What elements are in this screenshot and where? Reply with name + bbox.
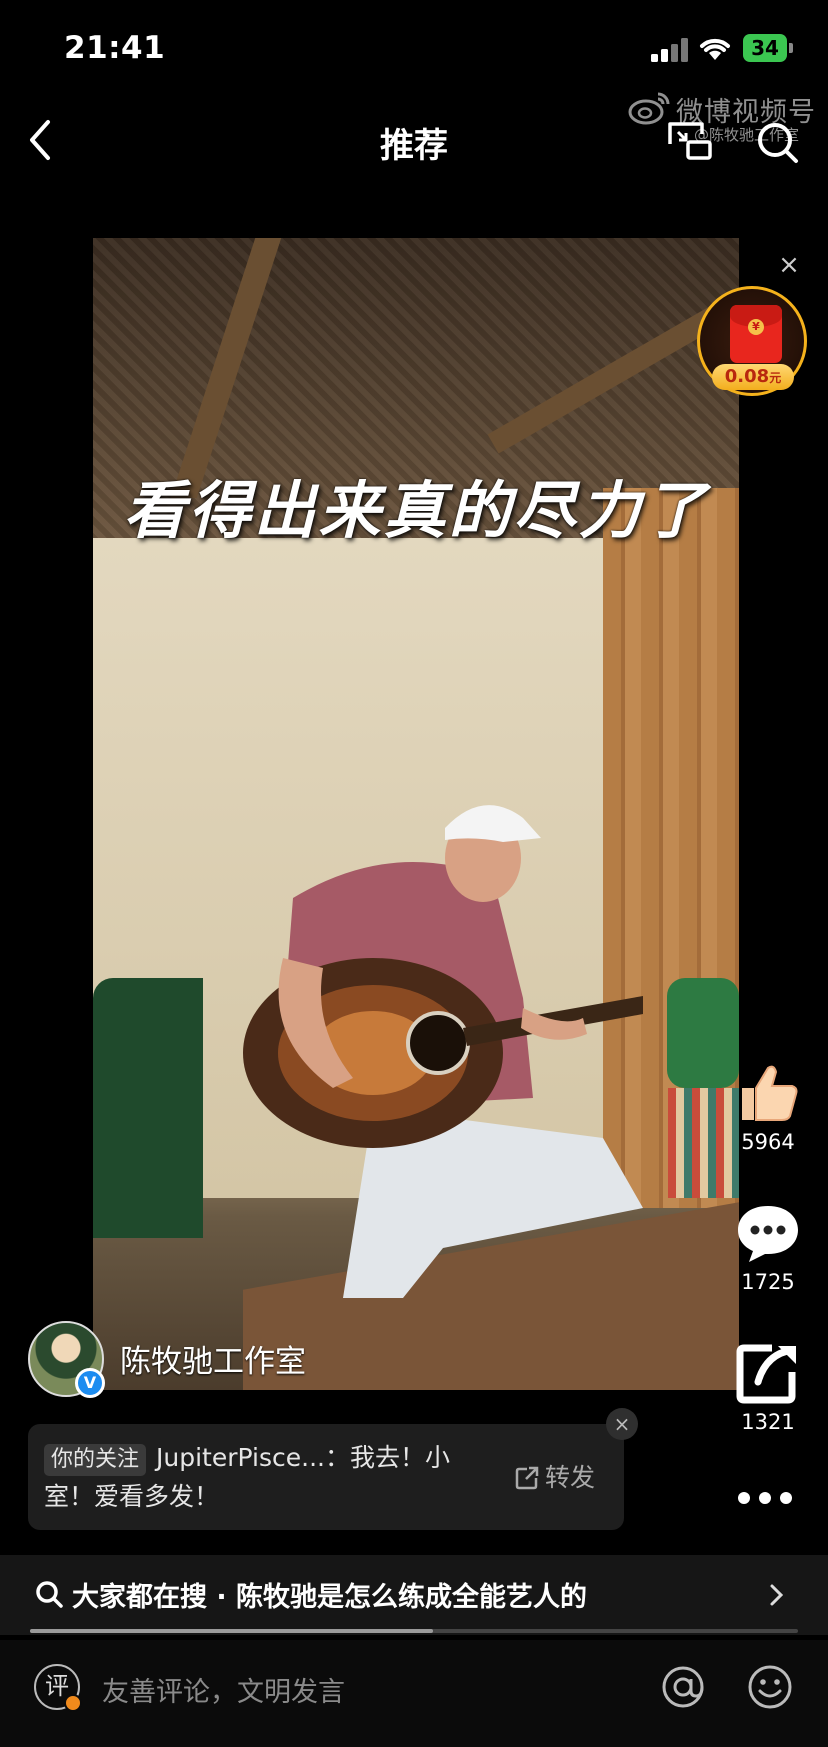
chevron-right-icon — [770, 1584, 784, 1606]
author-name[interactable]: 陈牧驰工作室 — [120, 1336, 306, 1381]
forward-button[interactable]: 转发 — [515, 1458, 595, 1494]
red-packet-amount: 0.08元 — [712, 364, 794, 390]
comment-button[interactable]: 1725 — [728, 1202, 808, 1294]
status-bar: 21:41 34 — [0, 0, 828, 100]
battery-level: 34 — [743, 34, 787, 62]
search-button[interactable] — [755, 120, 799, 164]
video-progress-fill — [30, 1629, 434, 1633]
comment-count: 1725 — [741, 1270, 795, 1294]
red-packet-widget[interactable]: ¥ 0.08元 — [697, 286, 807, 396]
search-suggestion-bar[interactable]: 大家都在搜 · 陈牧驰是怎么练成全能艺人的 — [0, 1555, 828, 1635]
like-button[interactable]: 5964 — [728, 1060, 808, 1154]
comment-text-block: 你的关注 JupiterPisce...：我去！小室！爱看多发！ — [44, 1438, 484, 1516]
thumbs-up-icon — [742, 1065, 798, 1121]
forward-label: 转发 — [545, 1463, 596, 1492]
picture-in-picture-button[interactable] — [668, 120, 712, 162]
comment-bubble-icon — [738, 1206, 798, 1262]
search-icon — [36, 1581, 63, 1608]
comment-badge-dot — [64, 1694, 82, 1712]
comment-input[interactable]: 友善评论，文明发言 — [102, 1670, 345, 1709]
external-link-icon — [515, 1466, 539, 1490]
verified-badge-icon: V — [75, 1368, 105, 1398]
red-packet-close-button[interactable]: × — [776, 252, 802, 278]
share-icon — [736, 1344, 796, 1404]
bottom-comment-bar: 评 友善评论，文明发言 — [0, 1640, 828, 1747]
following-tag: 你的关注 — [44, 1444, 147, 1476]
cellular-signal-icon — [651, 38, 691, 62]
wifi-icon — [700, 38, 730, 60]
video-progress-bar[interactable] — [30, 1629, 798, 1633]
share-count: 1321 — [741, 1410, 795, 1434]
more-options-icon[interactable] — [736, 1486, 796, 1510]
weibo-logo-icon — [628, 92, 670, 125]
like-count: 5964 — [741, 1130, 795, 1154]
video-caption: 看得出来真的尽力了 — [123, 474, 709, 547]
share-button[interactable]: 1321 — [728, 1342, 808, 1434]
video-player[interactable]: 看得出来真的尽力了 — [93, 238, 739, 1390]
mention-at-icon[interactable] — [660, 1664, 706, 1710]
followed-comment-card[interactable]: 你的关注 JupiterPisce...：我去！小室！爱看多发！ 转发 — [28, 1424, 624, 1530]
red-envelope-icon: ¥ — [730, 305, 782, 363]
comment-card-close-button[interactable]: × — [606, 1408, 638, 1440]
battery-icon: 34 — [743, 34, 793, 62]
emoji-icon[interactable] — [747, 1664, 793, 1710]
search-suggestion-text: 大家都在搜 · 陈牧驰是怎么练成全能艺人的 — [72, 1582, 588, 1613]
status-time: 21:41 — [64, 30, 166, 66]
guitarist-figure — [243, 805, 643, 1298]
